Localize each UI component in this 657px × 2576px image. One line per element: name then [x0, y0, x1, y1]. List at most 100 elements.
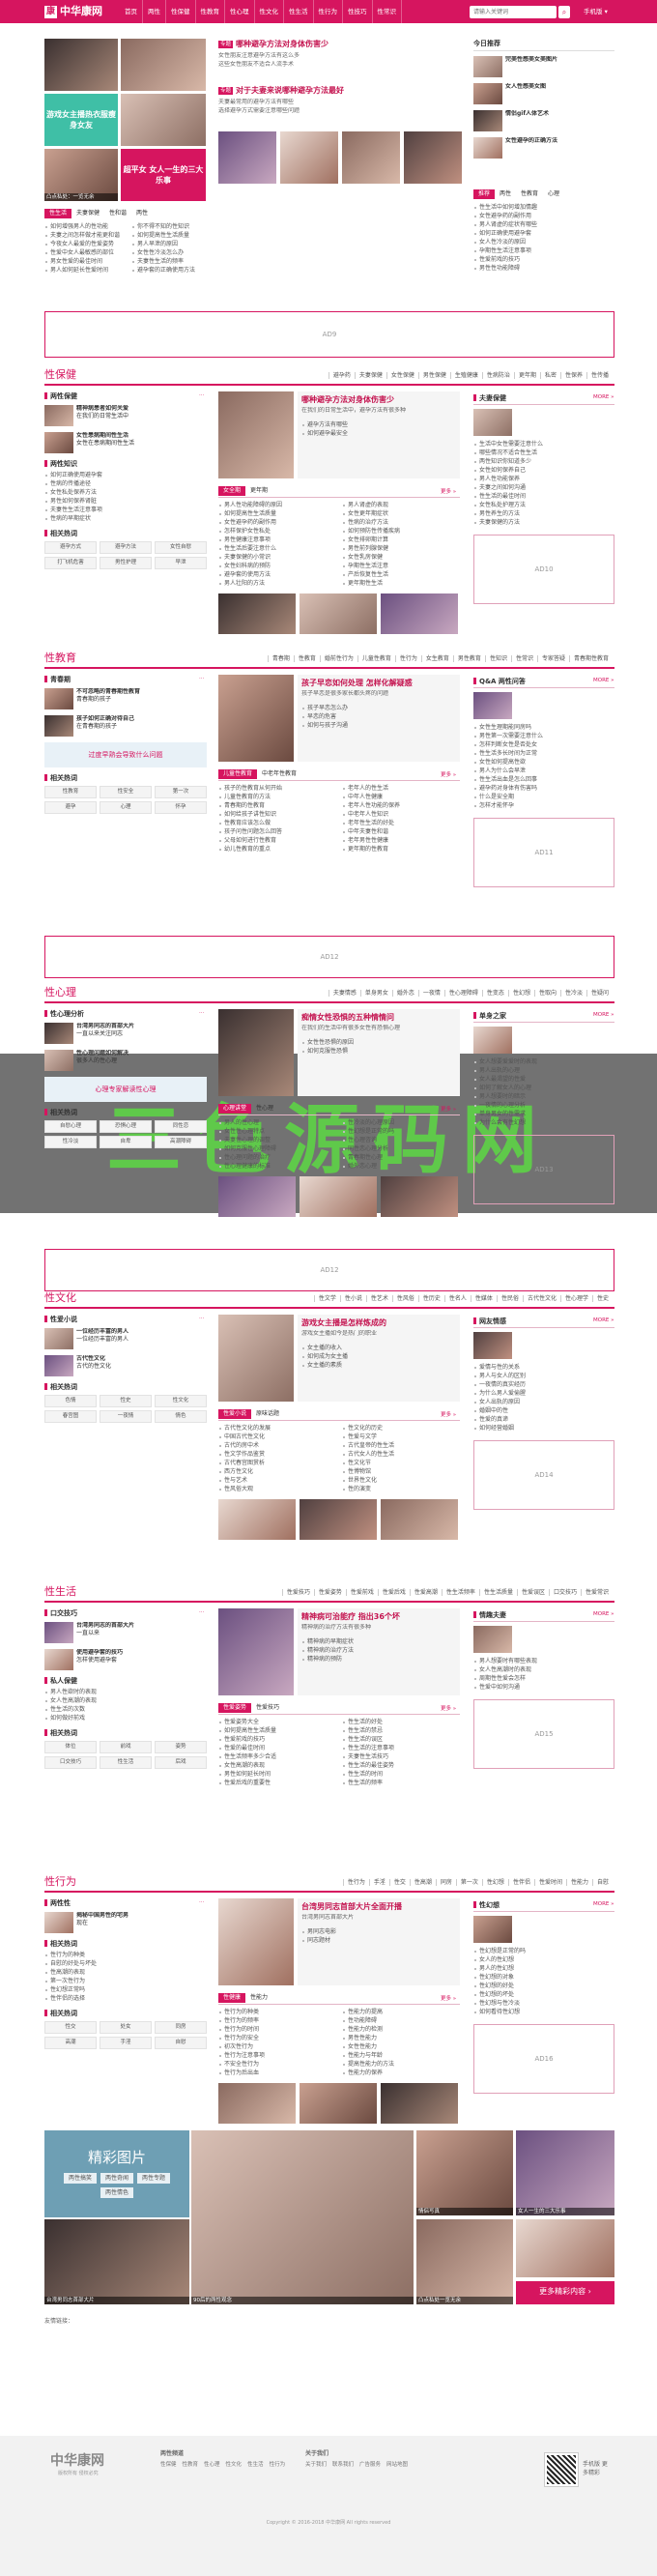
more-link[interactable]: 更多 »	[441, 1704, 456, 1712]
nav-item-9[interactable]: 性常识	[373, 0, 402, 23]
hot-word[interactable]: 男性护理	[100, 557, 152, 569]
right-box-photo[interactable]	[473, 1626, 512, 1653]
list-item[interactable]: 男人想要时的暗示	[473, 1092, 614, 1101]
gallery-button[interactable]: 两性专题	[137, 2173, 171, 2184]
hot-word[interactable]: 自卑	[100, 1136, 152, 1148]
recommend-item-2[interactable]: 女人性感美女图	[473, 83, 614, 104]
list-item[interactable]: 男人性功能障碍的原因	[218, 501, 336, 509]
list-item[interactable]: 性爱的最佳时间	[218, 1744, 336, 1752]
hot-word[interactable]: 口交技巧	[44, 1756, 97, 1769]
section-link[interactable]: 性行为	[342, 1879, 369, 1886]
center-headline[interactable]: 精神病可治能疗 指出36个坏	[301, 1611, 456, 1622]
gallery-photo-3[interactable]: 女人一生的三大乐事	[516, 2130, 614, 2215]
list-item[interactable]: 男性前列腺保健	[342, 544, 460, 553]
more-link[interactable]: MORE »	[593, 1611, 614, 1617]
list-item[interactable]: 更年期的性教育	[342, 845, 460, 854]
list-item[interactable]: 性爱前戏的技巧	[218, 1735, 336, 1744]
ad-right[interactable]: AD11	[473, 818, 614, 887]
list-item[interactable]: 男性性功能障碍	[473, 264, 614, 273]
list-item[interactable]: 女性性能力	[342, 2042, 460, 2051]
list-item[interactable]: 老年人的性生活	[342, 784, 460, 793]
list-item[interactable]: 中国古代性文化	[218, 1433, 336, 1441]
list-item[interactable]: 女人性冷淡的原因	[473, 238, 614, 246]
list-item[interactable]: 夫妻之间怎样做才能更和谐	[44, 231, 126, 240]
list-item[interactable]: 避孕套的正确使用方法	[131, 266, 213, 275]
center-tab[interactable]: 性健康	[218, 1993, 246, 2003]
list-item[interactable]: 同志题材	[301, 1936, 456, 1945]
section-link[interactable]: 性生活质量	[478, 1589, 517, 1596]
hot-word[interactable]: 早泄	[155, 557, 207, 569]
list-item[interactable]: 性能力与年龄	[342, 2051, 460, 2060]
list-item[interactable]: 女人性高潮的表现	[44, 1696, 207, 1705]
hot-word[interactable]: 打飞机危害	[44, 557, 97, 569]
footer-link[interactable]: 性保健	[160, 2460, 177, 2468]
hero-center-photo-2[interactable]	[280, 131, 338, 184]
list-item[interactable]: 性博物馆	[342, 1467, 460, 1476]
center-bottom-photo[interactable]	[218, 1499, 296, 1540]
center-tab[interactable]: 性心理	[251, 1104, 278, 1114]
hot-word[interactable]: 性教育	[44, 786, 97, 798]
section-link[interactable]: 自慰	[591, 1879, 613, 1886]
list-item[interactable]: 如何了解女人的心理	[473, 1084, 614, 1092]
list-item[interactable]: 性行为的种类	[218, 2008, 336, 2016]
left-feature-item[interactable]: 不可忽略的青春期性教育 青春期的孩子	[44, 688, 207, 709]
footer-link[interactable]: 性行为	[270, 2460, 286, 2468]
list-item[interactable]: 性行为后出血	[218, 2069, 336, 2077]
section-link[interactable]: 性民俗	[496, 1295, 523, 1302]
list-item[interactable]: 性行为的安全	[218, 2034, 336, 2042]
list-item[interactable]: 性爱的真谛	[473, 1415, 614, 1424]
list-item[interactable]: 青春期的性教育	[218, 801, 336, 810]
list-item[interactable]: 男人性欲时的表现	[44, 1688, 207, 1696]
list-item[interactable]: 性幻想的好处	[473, 1982, 614, 1990]
list-item[interactable]: 性生活的好处	[342, 1718, 460, 1726]
section-link[interactable]: 性交	[388, 1879, 410, 1886]
list-item[interactable]: 青春期性心理	[342, 1153, 460, 1162]
list-item[interactable]: 女人性高潮时的表现	[473, 1665, 614, 1674]
section-link[interactable]: 性幻想	[481, 1879, 508, 1886]
hot-word[interactable]: 避孕	[44, 801, 97, 814]
hot-word[interactable]: 性史	[100, 1395, 152, 1407]
list-item[interactable]: 性生活后要注意什么	[218, 544, 336, 553]
list-item[interactable]: 性伴侣的选择	[44, 1994, 207, 2003]
list-item[interactable]: 古代性文化的发展	[218, 1424, 336, 1433]
section-link[interactable]: 古代性文化	[522, 1295, 560, 1302]
list-item[interactable]: 今夜女人最爱的性爱姿势	[44, 240, 126, 248]
list-item[interactable]: 女性排卵期计算	[342, 535, 460, 544]
section-link[interactable]: 性生活频率	[441, 1589, 479, 1596]
right-tab-2[interactable]: 性教育	[516, 189, 543, 199]
left-feature-item[interactable]: 台湾男同志的首部大片 一直以来关注同志	[44, 1023, 207, 1044]
nav-item-8[interactable]: 性技巧	[343, 0, 373, 23]
center-tab[interactable]: 性爱技巧	[251, 1703, 284, 1713]
list-item[interactable]: 男人性功能保养	[473, 475, 614, 483]
list-item[interactable]: 古代春宫图赏析	[218, 1459, 336, 1467]
hot-word[interactable]: 姿势	[155, 1741, 207, 1753]
center-tab[interactable]: 性爱小说	[218, 1409, 252, 1419]
list-item[interactable]: 单身男女的性需求	[473, 1110, 614, 1118]
list-item[interactable]: 性生活中如何增加情趣	[473, 203, 614, 212]
hero-tile-1[interactable]: 游戏女主播热衣服瘦身女友	[44, 94, 118, 146]
right-box-photo[interactable]	[473, 1027, 512, 1054]
hero-sub-1[interactable]: 女性朋友注意避孕方法有这么多	[218, 52, 460, 60]
section-title[interactable]: 性生活	[44, 1585, 76, 1599]
ad-right[interactable]: AD14	[473, 1440, 614, 1510]
section-link[interactable]: 青春期	[267, 655, 294, 662]
hero-sub-4[interactable]: 选择避孕方式需要注意哪些问题	[218, 107, 460, 115]
footer-logo[interactable]: 中华康网	[50, 2450, 104, 2470]
list-item[interactable]: 女性私处保养方法	[44, 488, 207, 497]
list-item[interactable]: 女性如何保养自己	[473, 466, 614, 475]
list-item[interactable]: 性生活的次数	[44, 1705, 207, 1714]
list-item[interactable]: 性功能障碍	[342, 2016, 460, 2025]
list-item[interactable]: 性生活的注意事项	[342, 1744, 460, 1752]
section-title[interactable]: 性保健	[44, 368, 76, 382]
list-item[interactable]: 你不得不知的性知识	[131, 222, 213, 231]
center-headline[interactable]: 台湾男同志首部大片全面开播	[301, 1901, 456, 1912]
list-item[interactable]: 如何正确使用避孕套	[473, 229, 614, 238]
center-tab[interactable]: 原味话题	[251, 1409, 284, 1419]
list-item[interactable]: 女性如何提高性欲	[473, 758, 614, 767]
list-item[interactable]: 精神病的治疗方法	[301, 1646, 456, 1655]
hot-word[interactable]: 体位	[44, 1741, 97, 1753]
list-item[interactable]: 性幻想正常吗	[44, 1985, 207, 1994]
center-feature-photo[interactable]	[218, 1898, 294, 1985]
gallery-button[interactable]: 两性搞笑	[63, 2173, 97, 2184]
ad-right[interactable]: AD15	[473, 1699, 614, 1769]
